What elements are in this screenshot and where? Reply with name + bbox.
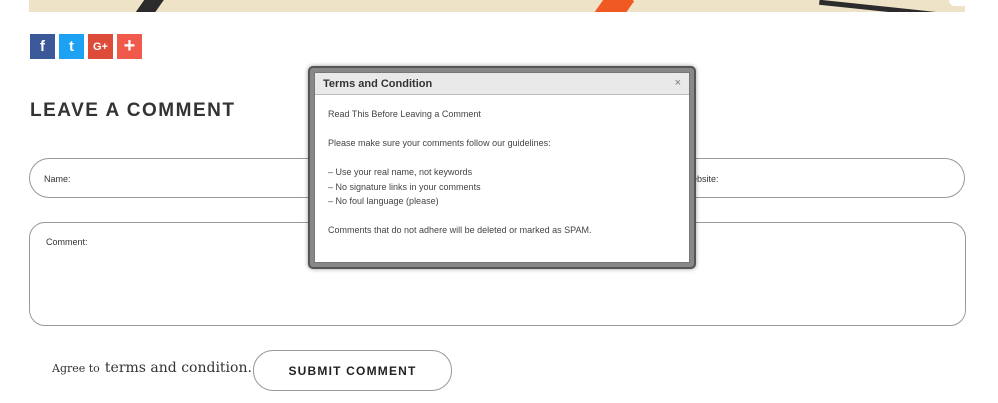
- leave-comment-heading: LEAVE A COMMENT: [30, 100, 236, 121]
- name-field[interactable]: [29, 158, 350, 198]
- hero-stripe-line: [819, 0, 939, 12]
- hero-stripe-orange: [589, 0, 635, 12]
- modal-guidelines-intro: Please make sure your comments follow ou…: [328, 138, 551, 148]
- hero-image-strip: [29, 0, 965, 12]
- googleplus-share-button[interactable]: G+: [88, 34, 113, 59]
- modal-intro: Read This Before Leaving a Comment: [328, 109, 481, 119]
- terms-modal-header: Terms and Condition ×: [315, 73, 689, 95]
- modal-rule: – Use your real name, not keywords: [328, 167, 473, 177]
- twitter-icon: t: [69, 38, 74, 55]
- facebook-share-button[interactable]: f: [30, 34, 55, 59]
- modal-rule: – No foul language (please): [328, 196, 439, 206]
- terms-modal: Terms and Condition × Read This Before L…: [308, 66, 696, 269]
- hero-stripe-dark: [128, 0, 166, 12]
- close-icon[interactable]: ×: [675, 77, 681, 89]
- modal-rule: – No signature links in your comments: [328, 181, 481, 192]
- plus-icon: +: [123, 35, 136, 57]
- comment-label: Comment:: [46, 237, 88, 247]
- modal-footer-text: Comments that do not adhere will be dele…: [328, 225, 592, 235]
- terms-modal-body: Read This Before Leaving a Comment Pleas…: [315, 95, 689, 250]
- googleplus-icon: G+: [93, 40, 108, 53]
- hero-pill: [949, 0, 965, 6]
- twitter-share-button[interactable]: t: [59, 34, 84, 59]
- name-label: Name:: [44, 174, 71, 184]
- terms-modal-panel: Terms and Condition × Read This Before L…: [314, 72, 690, 263]
- more-share-button[interactable]: +: [117, 34, 142, 59]
- facebook-icon: f: [40, 38, 45, 55]
- agree-prefix: Agree to: [52, 362, 100, 375]
- share-buttons: f t G+ +: [30, 34, 142, 59]
- terms-link[interactable]: terms and condition.: [105, 360, 252, 376]
- submit-comment-button[interactable]: SUBMIT COMMENT: [253, 350, 452, 391]
- agree-terms: Agree to terms and condition.: [52, 357, 252, 376]
- modal-title: Terms and Condition: [323, 77, 433, 90]
